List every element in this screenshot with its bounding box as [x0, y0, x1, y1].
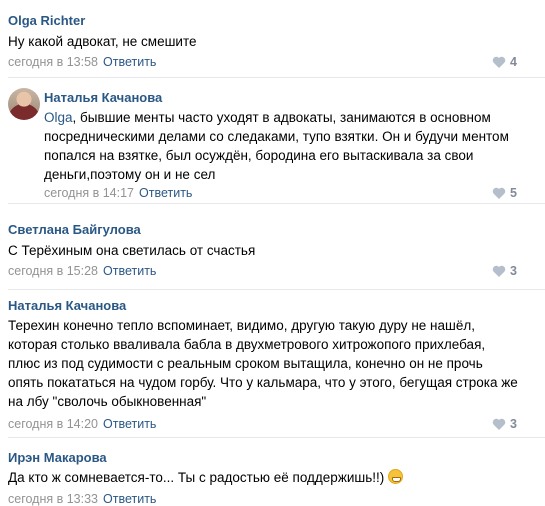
comment-time[interactable]: сегодня в 13:58: [8, 55, 98, 69]
like-count: 5: [510, 186, 517, 200]
comment-time[interactable]: сегодня в 15:28: [8, 264, 98, 278]
comment-author[interactable]: Наталья Качанова: [44, 90, 162, 105]
like-count: 3: [510, 264, 517, 278]
comment-4: Наталья Качанова Терехин конечно тепло в…: [0, 290, 545, 437]
comment-text-body: , бывшие менты часто уходят в адвокаты, …: [44, 110, 509, 182]
like-count: 4: [510, 55, 517, 69]
heart-icon: [492, 56, 506, 68]
like-button[interactable]: 3: [492, 264, 517, 278]
reply-button[interactable]: Ответить: [139, 186, 192, 200]
comment-author[interactable]: Olga Richter: [8, 13, 85, 28]
comment-text: Olga, бывшие менты часто уходят в адвока…: [44, 108, 522, 184]
comment-time[interactable]: сегодня в 13:33: [8, 492, 98, 506]
comment-author[interactable]: Светлана Байгулова: [8, 222, 141, 237]
heart-icon: [492, 187, 506, 199]
avatar[interactable]: [8, 88, 40, 120]
comment-5: Ирэн Макарова Да кто ж сомневается-то...…: [0, 438, 545, 506]
reply-button[interactable]: Ответить: [103, 417, 156, 431]
comment-text: Терехин конечно тепло вспоминает, видимо…: [8, 318, 518, 409]
comment-1: Olga Richter Ну какой адвокат, не смешит…: [0, 0, 545, 77]
like-button[interactable]: 3: [492, 417, 517, 431]
comment-meta: сегодня в 13:58 Ответить: [8, 55, 156, 69]
comment-3: Светлана Байгулова С Терёхиным она свети…: [0, 204, 545, 289]
comment-text-body: Да кто ж сомневается-то... Ты с радостью…: [8, 470, 385, 485]
reply-button[interactable]: Ответить: [103, 55, 156, 69]
reply-button[interactable]: Ответить: [103, 264, 156, 278]
comment-time[interactable]: сегодня в 14:17: [44, 186, 134, 200]
mention-link[interactable]: Olga: [44, 110, 73, 125]
grinning-face-emoji: [388, 469, 404, 484]
like-button[interactable]: 4: [492, 55, 517, 69]
comment-author[interactable]: Ирэн Макарова: [8, 450, 107, 465]
comment-meta: сегодня в 14:20 Ответить: [8, 417, 156, 431]
reply-button[interactable]: Ответить: [103, 492, 156, 506]
comment-author[interactable]: Наталья Качанова: [8, 298, 126, 313]
heart-icon: [492, 418, 506, 430]
heart-icon: [492, 265, 506, 277]
like-button[interactable]: 5: [492, 186, 517, 200]
comment-meta: сегодня в 15:28 Ответить: [8, 264, 156, 278]
comment-meta: сегодня в 14:17 Ответить: [44, 186, 192, 200]
comment-time[interactable]: сегодня в 14:20: [8, 417, 98, 431]
comment-text: Да кто ж сомневается-то... Ты с радостью…: [8, 468, 508, 487]
comment-meta: сегодня в 13:33 Ответить: [8, 492, 156, 506]
comment-text: С Терёхиным она светилась от счастья: [8, 243, 256, 258]
comment-text: Ну какой адвокат, не смешите: [8, 34, 197, 49]
comment-2: Наталья Качанова Olga, бывшие менты част…: [0, 78, 545, 203]
like-count: 3: [510, 417, 517, 431]
